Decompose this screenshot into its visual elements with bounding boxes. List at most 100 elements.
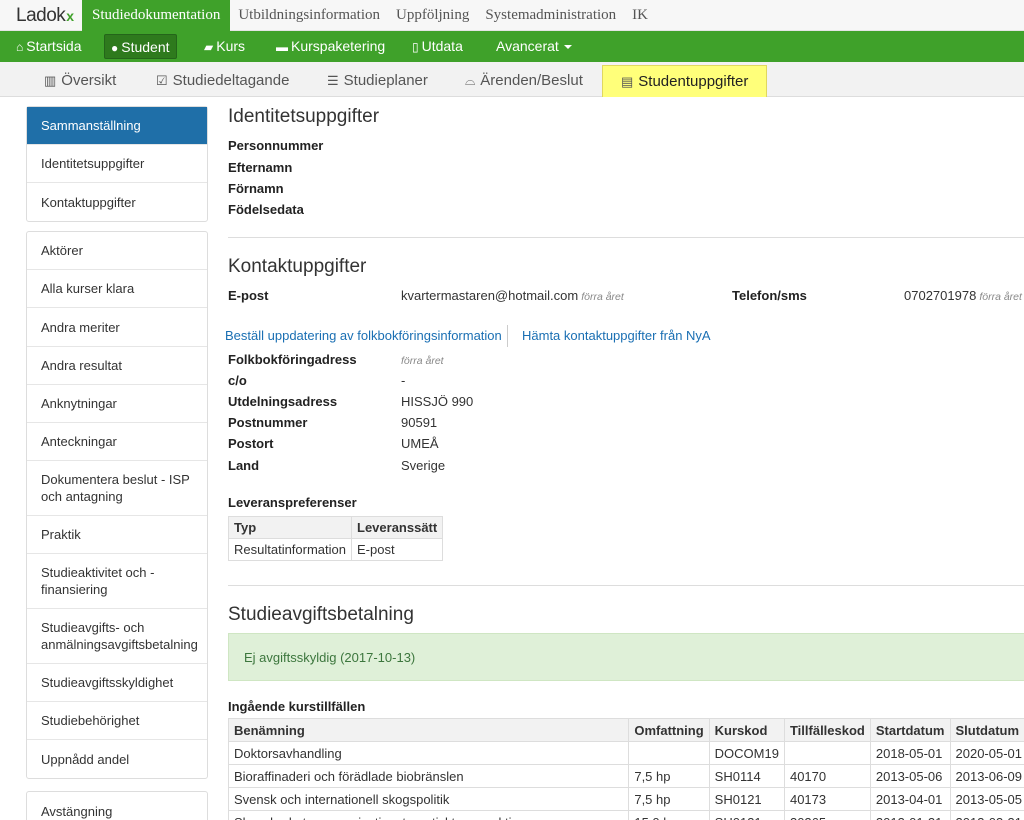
file-icon: ▯ (412, 40, 419, 54)
sidebar-group-main: Sammanställning Identitetsuppgifter Kont… (26, 106, 208, 222)
sidebar-item-alla-kurser-klara[interactable]: Alla kurser klara (27, 270, 207, 308)
tab-bar: ▥ Översikt ☑ Studiedeltagande ☰ Studieplane… (0, 62, 1024, 97)
zip-label: Postnummer (228, 415, 308, 430)
fornamn-label: Förnamn (228, 181, 284, 196)
address-note: förra året (401, 355, 444, 367)
nav-avancerat[interactable]: Avancerat (490, 34, 578, 59)
nav-kurspaketering[interactable]: ▬ Kurspaketering (270, 34, 391, 59)
table-cell: 7,5 hp (628, 787, 710, 811)
city-value: UMEÅ (401, 436, 439, 451)
tab-arenden-beslut[interactable]: ⌓ Ärenden/Beslut (465, 65, 583, 97)
table-cell: 15,0 hp (628, 810, 710, 820)
prefs-header-typ: Typ (228, 516, 352, 539)
country-label: Land (228, 458, 260, 473)
nav-startsida[interactable]: ⌂ Startsida (10, 34, 88, 59)
courses-table: Benämning Omfattning Kurskod Tillfällesk… (227, 718, 1024, 820)
table-cell: SH0114 (708, 764, 785, 788)
table-cell: SH0131 (708, 810, 785, 820)
tab-studiedeltagande[interactable]: ☑ Studiedeltagande (156, 65, 289, 97)
tab-studentuppgifter[interactable]: ▤ Studentuppgifter (602, 65, 768, 97)
personnummer-label: Personnummer (228, 138, 324, 153)
divider (228, 237, 1024, 238)
table-cell: 2013-01-21 (869, 810, 951, 820)
col-benamning[interactable]: Benämning (227, 718, 630, 742)
sidebar-item-sammanstallning[interactable]: Sammanställning (27, 107, 207, 145)
sidebar-item-studieaktivitet[interactable]: Studieaktivitet och -finansiering (27, 554, 207, 609)
topnav-utbildningsinformation[interactable]: Utbildningsinformation (230, 0, 388, 31)
col-omfattning[interactable]: Omfattning (628, 718, 710, 742)
sidebar-item-studiebehorighet[interactable]: Studiebehörighet (27, 702, 207, 740)
table-cell: 7,5 hp (628, 764, 710, 788)
address-label: Folkbokföringadress (228, 352, 357, 367)
prefs-header-leveranssatt: Leveranssätt (350, 516, 444, 539)
fees-heading: Studieavgiftsbetalning (228, 604, 414, 625)
fetch-contact-link[interactable]: Hämta kontaktuppgifter från NyA (522, 328, 711, 343)
table-cell: 2013-03-31 (949, 810, 1024, 820)
delivery-prefs-heading: Leveranspreferenser (228, 495, 357, 510)
prefs-cell-method: E-post (350, 538, 444, 561)
table-cell (628, 741, 710, 765)
tab-oversikt[interactable]: ▥ Översikt (44, 65, 116, 97)
list-icon: ☰ (327, 73, 339, 88)
phone-note: förra året (979, 291, 1022, 303)
sidebar-item-aktorer[interactable]: Aktörer (27, 232, 207, 270)
table-cell: Svensk och internationell skogspolitik (227, 787, 630, 811)
tab-studieplaner[interactable]: ☰ Studieplaner (327, 65, 428, 97)
nav-kurs[interactable]: ▰ Kurs (198, 34, 251, 59)
sidebar-item-dokumentera-beslut[interactable]: Dokumentera beslut - ISP och antagning (27, 461, 207, 516)
sidebar-item-andra-resultat[interactable]: Andra resultat (27, 347, 207, 385)
sidebar-item-uppnadd-andel[interactable]: Uppnådd andel (27, 740, 207, 778)
zip-value: 90591 (401, 415, 438, 430)
sidebar-item-anteckningar[interactable]: Anteckningar (27, 423, 207, 461)
fodelsedata-label: Födelsedata (228, 202, 304, 217)
table-cell (783, 741, 871, 765)
topnav-uppfoljning[interactable]: Uppföljning (388, 0, 477, 31)
table-cell: Skogsbruket ur organisationsteoretiskt p… (227, 810, 630, 820)
sidebar-item-identitetsuppgifter[interactable]: Identitetsuppgifter (27, 145, 207, 183)
country-value: Sverige (401, 458, 446, 473)
divider (228, 585, 1024, 586)
table-row: Skogsbruket ur organisationsteoretiskt p… (227, 810, 1024, 820)
nav-utdata[interactable]: ▯ Utdata (406, 34, 469, 59)
sidebar-item-anknytningar[interactable]: Anknytningar (27, 385, 207, 423)
sidebar-item-andra-meriter[interactable]: Andra meriter (27, 308, 207, 347)
sidebar-item-avstangning[interactable]: Avstängning (27, 792, 207, 820)
topnav-systemadministration[interactable]: Systemadministration (477, 0, 624, 31)
table-cell: 2013-04-01 (869, 787, 951, 811)
sidebar-item-studieavgiftsskyldighet[interactable]: Studieavgiftsskyldighet (27, 664, 207, 702)
home-icon: ⌂ (16, 40, 24, 54)
user-icon: ● (111, 41, 119, 55)
ladok-logo[interactable]: Ladokx (16, 5, 74, 27)
nav-student[interactable]: ● Student (104, 34, 177, 59)
table-cell: 2013-06-09 (949, 764, 1024, 788)
col-tillfalleskod[interactable]: Tillfälleskod (783, 718, 871, 742)
topnav-ik[interactable]: IK (624, 0, 656, 31)
sidebar-group-other: Aktörer Alla kurser klara Andra meriter … (26, 231, 208, 779)
co-value: - (401, 373, 406, 388)
caret-down-icon (563, 45, 572, 50)
email-value: kvartermastaren@hotmail.com förra året (401, 288, 624, 303)
table-cell: DOCOM19 (708, 741, 785, 765)
book-icon: ▰ (204, 40, 214, 54)
table-row: Svensk och internationell skogspolitik 7… (227, 787, 1024, 811)
table-cell: 40173 (783, 787, 871, 811)
sidebar-item-studieavgifts-betalning[interactable]: Studieavgifts- och anmälningsavgiftsbeta… (27, 609, 207, 664)
sidebar-item-praktik[interactable]: Praktik (27, 516, 207, 554)
topnav-studiedokumentation[interactable]: Studiedokumentation (82, 0, 231, 31)
identity-heading: Identitetsuppgifter (228, 106, 380, 127)
map-icon: ▥ (44, 73, 57, 88)
city-label: Postort (228, 436, 274, 451)
table-row: Doktorsavhandling DOCOM19 2018-05-01 202… (227, 741, 1024, 765)
phone-value: 0702701978 förra året (904, 288, 1022, 303)
delivery-prefs-table: Typ Leveranssätt Resultatinformation E-p… (228, 516, 444, 561)
inbox-icon: ⌓ (465, 73, 476, 88)
table-cell: Bioraffinaderi och förädlade biobränslen (227, 764, 630, 788)
col-startdatum[interactable]: Startdatum (869, 718, 951, 742)
table-row: Bioraffinaderi och förädlade biobränslen… (227, 764, 1024, 788)
table-cell: SH0121 (708, 787, 785, 811)
sidebar-item-kontaktuppgifter[interactable]: Kontaktuppgifter (27, 183, 207, 221)
order-update-link[interactable]: Beställ uppdatering av folkbokföringsinf… (225, 328, 502, 343)
contact-heading: Kontaktuppgifter (228, 256, 367, 277)
col-kurskod[interactable]: Kurskod (708, 718, 785, 742)
col-slutdatum[interactable]: Slutdatum (949, 718, 1024, 742)
